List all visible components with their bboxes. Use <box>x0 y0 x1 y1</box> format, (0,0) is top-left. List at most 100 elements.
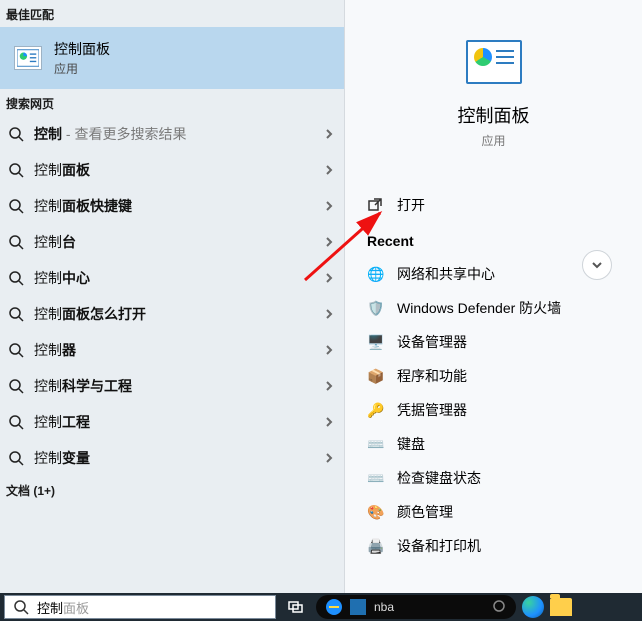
recent-item-icon: 🔑 <box>367 401 385 419</box>
recent-item-label: 设备管理器 <box>397 332 467 352</box>
recent-item[interactable]: 🖨️ 设备和打印机 <box>345 529 642 563</box>
search-icon <box>13 599 29 615</box>
search-item[interactable]: 控制面板怎么打开 <box>0 296 344 332</box>
search-item[interactable]: 控制变量 <box>0 440 344 476</box>
recent-item[interactable]: 🎨 颜色管理 <box>345 495 642 529</box>
recent-item-icon: 🖥️ <box>367 333 385 351</box>
chevron-right-icon <box>322 451 336 465</box>
search-item-text: 控制台 <box>34 232 312 252</box>
search-item-text: 控制面板 <box>34 160 312 180</box>
expand-button[interactable] <box>582 250 612 280</box>
ie-icon <box>326 599 342 615</box>
search-item-text: 控制面板怎么打开 <box>34 304 312 324</box>
recent-item-label: 检查键盘状态 <box>397 468 481 488</box>
recent-item-label: 凭据管理器 <box>397 400 467 420</box>
edge-icon[interactable] <box>522 596 544 618</box>
recent-item[interactable]: ⌨️ 检查键盘状态 <box>345 461 642 495</box>
search-web-label: 搜索网页 <box>0 89 344 116</box>
search-icon <box>8 342 24 358</box>
recent-item-label: 程序和功能 <box>397 366 467 386</box>
recent-item-icon: 🌐 <box>367 265 385 283</box>
chevron-right-icon <box>322 307 336 321</box>
control-panel-icon <box>14 46 42 70</box>
open-icon <box>367 197 383 213</box>
search-item[interactable]: 控制面板快捷键 <box>0 188 344 224</box>
taskbar-search-text: 控制面板 <box>37 598 89 617</box>
recent-item[interactable]: 🔑 凭据管理器 <box>345 393 642 427</box>
recent-item-label: 设备和打印机 <box>397 536 481 556</box>
recent-item[interactable]: 📦 程序和功能 <box>345 359 642 393</box>
chevron-right-icon <box>322 235 336 249</box>
recent-item-label: 键盘 <box>397 434 425 454</box>
search-icon <box>8 378 24 394</box>
taskbar-search[interactable]: 控制面板 <box>4 595 276 619</box>
best-match-sub: 应用 <box>54 60 110 77</box>
recent-item[interactable]: ⌨️ 键盘 <box>345 427 642 461</box>
chevron-down-icon <box>590 258 604 272</box>
search-item-text: 控制变量 <box>34 448 312 468</box>
control-panel-large-icon <box>466 40 522 84</box>
search-icon <box>8 198 24 214</box>
search-icon <box>8 414 24 430</box>
recent-item-label: 颜色管理 <box>397 502 453 522</box>
recent-item[interactable]: 🖥️ 设备管理器 <box>345 325 642 359</box>
chevron-right-icon <box>322 199 336 213</box>
preview-header: 控制面板 应用 <box>345 20 642 149</box>
search-item-text: 控制面板快捷键 <box>34 196 312 216</box>
task-view-button[interactable] <box>282 595 310 619</box>
recent-item-label: Windows Defender 防火墙 <box>397 298 561 318</box>
chevron-right-icon <box>322 343 336 357</box>
search-item[interactable]: 控制中心 <box>0 260 344 296</box>
right-panel: 控制面板 应用 打开 Recent 🌐网络和共享中心🛡️Windows Defe… <box>345 0 642 593</box>
search-circle-icon <box>492 599 506 616</box>
chevron-right-icon <box>322 127 336 141</box>
search-item-text: 控制器 <box>34 340 312 360</box>
search-icon <box>8 162 24 178</box>
preview-title: 控制面板 <box>458 102 530 128</box>
search-item[interactable]: 控制 - 查看更多搜索结果 <box>0 116 344 152</box>
open-label: 打开 <box>397 195 425 215</box>
recent-item-label: 网络和共享中心 <box>397 264 495 284</box>
search-item[interactable]: 控制工程 <box>0 404 344 440</box>
documents-label: 文档 (1+) <box>0 476 344 503</box>
best-match-title: 控制面板 <box>54 39 110 59</box>
preview-sub: 应用 <box>481 132 505 149</box>
search-item[interactable]: 控制面板 <box>0 152 344 188</box>
search-item-text: 控制工程 <box>34 412 312 432</box>
recent-item-icon: 🖨️ <box>367 537 385 555</box>
file-explorer-icon[interactable] <box>550 598 572 616</box>
open-action[interactable]: 打开 <box>363 185 624 225</box>
recent-item[interactable]: 🛡️ Windows Defender 防火墙 <box>345 291 642 325</box>
search-icon <box>8 270 24 286</box>
recent-list: 🌐 网络和共享中心 🛡️ Windows Defender 防火墙 🖥️ 设备管理器 📦 程序… <box>345 255 642 565</box>
chevron-right-icon <box>322 415 336 429</box>
search-icon <box>8 234 24 250</box>
recent-item-icon: 🛡️ <box>367 299 385 317</box>
search-item-text: 控制 - 查看更多搜索结果 <box>34 124 312 144</box>
chevron-right-icon <box>322 271 336 285</box>
left-panel: 最佳匹配 控制面板 应用 搜索网页 控制 - 查看更多搜索结果控制面板控制面板快… <box>0 0 345 593</box>
recent-item-icon: 🎨 <box>367 503 385 521</box>
taskbar: 控制面板 nba <box>0 593 642 621</box>
search-list: 控制 - 查看更多搜索结果控制面板控制面板快捷键控制台控制中心控制面板怎么打开控… <box>0 116 344 476</box>
search-item-text: 控制科学与工程 <box>34 376 312 396</box>
search-item[interactable]: 控制台 <box>0 224 344 260</box>
actions: 打开 <box>345 185 642 225</box>
recent-item-icon: 📦 <box>367 367 385 385</box>
taskbar-widget[interactable]: nba <box>316 595 516 619</box>
best-match-text: 控制面板 应用 <box>54 39 110 77</box>
search-item[interactable]: 控制科学与工程 <box>0 368 344 404</box>
widget-text: nba <box>374 600 394 614</box>
chevron-right-icon <box>322 379 336 393</box>
search-item-text: 控制中心 <box>34 268 312 288</box>
best-match-item[interactable]: 控制面板 应用 <box>0 27 344 89</box>
chevron-right-icon <box>322 163 336 177</box>
best-match-label: 最佳匹配 <box>0 0 344 27</box>
search-item[interactable]: 控制器 <box>0 332 344 368</box>
pc-icon <box>350 599 366 615</box>
search-icon <box>8 450 24 466</box>
search-icon <box>8 126 24 142</box>
search-icon <box>8 306 24 322</box>
recent-item-icon: ⌨️ <box>367 469 385 487</box>
recent-item-icon: ⌨️ <box>367 435 385 453</box>
